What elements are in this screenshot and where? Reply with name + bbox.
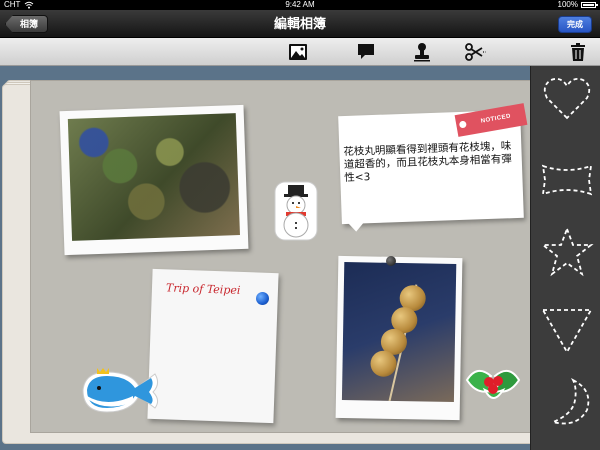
banner-shape[interactable] (539, 154, 595, 206)
battery-fill (583, 4, 594, 6)
triangle-shape[interactable] (539, 304, 595, 356)
trash-icon[interactable] (567, 41, 589, 63)
shape-panel (530, 66, 600, 450)
photo-icon[interactable] (287, 41, 309, 63)
blue-pushpin (256, 292, 269, 305)
snowman-sticker[interactable] (274, 181, 318, 241)
stamp-icon[interactable] (411, 41, 433, 63)
heart-shape[interactable] (539, 72, 595, 124)
photo-plants[interactable] (59, 104, 249, 256)
holly-sticker[interactable] (463, 358, 523, 408)
black-pushpin (386, 256, 396, 266)
cuttlefish-ball (370, 350, 397, 377)
scissors-icon[interactable] (464, 41, 486, 63)
plant-wall-image (67, 113, 240, 241)
crescent-shape[interactable] (539, 376, 595, 428)
page-title: 編輯相簿 (273, 16, 326, 31)
photo-cuttlefish-balls[interactable] (335, 255, 463, 421)
cuttlefish-balls-image (341, 262, 457, 402)
battery-percentage: 100% (557, 0, 578, 9)
note-text: 花枝丸明顯看得到裡頭有花枝塊，味道超香的，而且花枝丸本身相當有彈性<3 (343, 140, 512, 185)
star-shape[interactable] (539, 226, 595, 278)
navigation-bar: 相簿 編輯相簿 完成 (0, 10, 600, 38)
whale-sticker[interactable] (77, 362, 165, 418)
clock: 9:42 AM (285, 0, 315, 9)
paper-note-text: Trip of Teipei (165, 281, 241, 297)
status-bar: CHT 9:42 AM 100% (0, 0, 600, 10)
battery-icon (581, 2, 598, 8)
done-button[interactable]: 完成 (558, 16, 592, 33)
app-screen: CHT 9:42 AM 100% 相簿 編輯相簿 完成 花枝丸明顯看得到裡頭有花… (0, 0, 600, 450)
speech-bubble-icon[interactable] (355, 41, 377, 63)
toolbar (0, 38, 600, 66)
